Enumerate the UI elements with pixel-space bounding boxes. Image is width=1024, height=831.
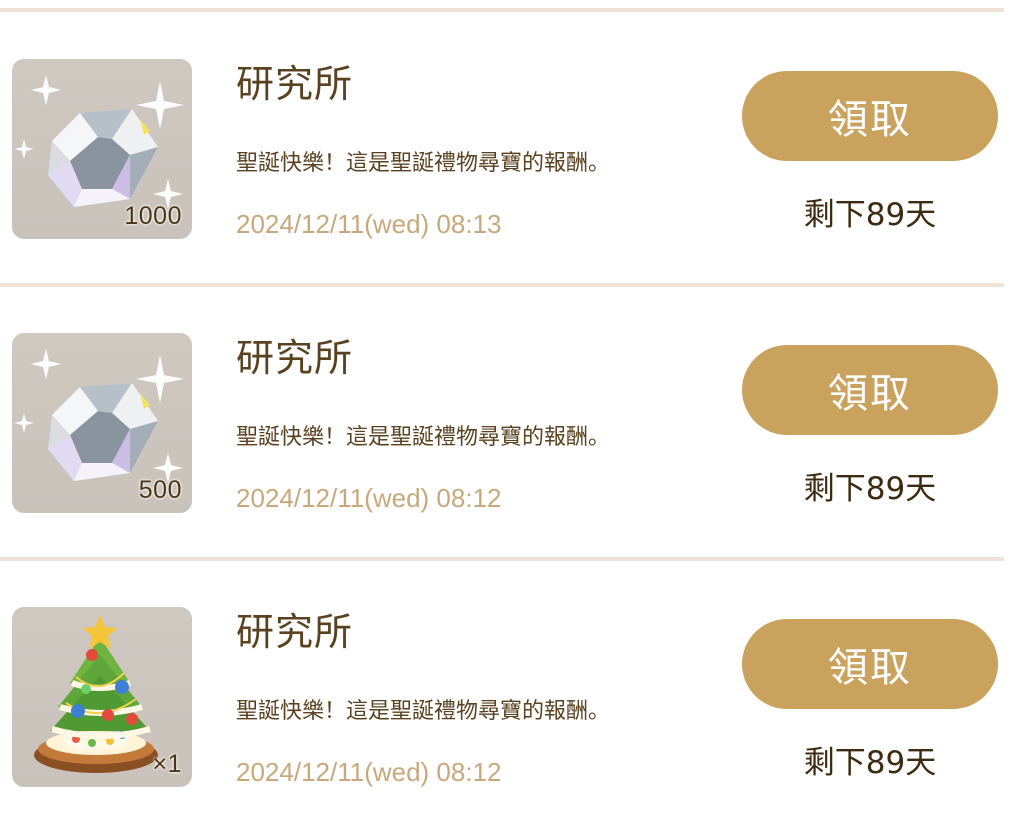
- received-date: 2024/12/11(wed) 08:13: [236, 209, 502, 239]
- claim-button[interactable]: 領取: [742, 71, 998, 161]
- reward-thumbnail: ×1: [12, 607, 192, 787]
- sender-title: 研究所: [236, 336, 354, 380]
- claim-button[interactable]: 領取: [742, 345, 998, 435]
- received-date: 2024/12/11(wed) 08:12: [236, 757, 502, 787]
- reward-item: 500 研究所 聖誕快樂！這是聖誕禮物尋寶的報酬。 2024/12/11(wed…: [0, 287, 1024, 557]
- days-remaining: 剩下89天: [803, 745, 937, 781]
- reward-thumbnail: 1000: [12, 59, 192, 239]
- reward-item: ×1 研究所 聖誕快樂！這是聖誕禮物尋寶的報酬。 2024/12/11(wed)…: [0, 561, 1024, 831]
- days-remaining: 剩下89天: [803, 197, 937, 233]
- reward-thumbnail: 500: [12, 333, 192, 513]
- reward-quantity: ×1: [152, 750, 182, 778]
- claim-button[interactable]: 領取: [742, 619, 998, 709]
- top-divider: [0, 8, 1004, 12]
- reward-quantity: 500: [138, 476, 182, 504]
- reward-item: 1000 研究所 聖誕快樂！這是聖誕禮物尋寶的報酬。 2024/12/11(we…: [0, 13, 1024, 283]
- reward-message: 聖誕快樂！這是聖誕禮物尋寶的報酬。: [236, 425, 611, 450]
- reward-message: 聖誕快樂！這是聖誕禮物尋寶的報酬。: [236, 699, 611, 724]
- received-date: 2024/12/11(wed) 08:12: [236, 483, 502, 513]
- reward-message: 聖誕快樂！這是聖誕禮物尋寶的報酬。: [236, 151, 611, 176]
- sender-title: 研究所: [236, 62, 354, 106]
- days-remaining: 剩下89天: [803, 471, 937, 507]
- sender-title: 研究所: [236, 610, 354, 654]
- reward-quantity: 1000: [124, 202, 182, 230]
